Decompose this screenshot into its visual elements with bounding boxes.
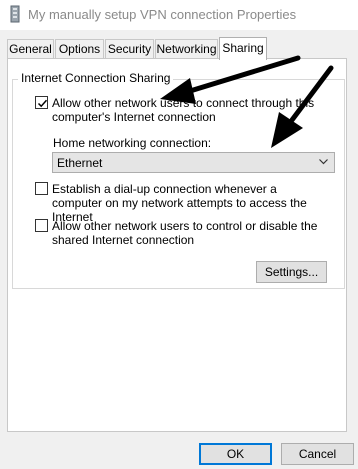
dialup-checkbox[interactable] xyxy=(35,182,48,195)
ok-button[interactable]: OK xyxy=(199,443,272,465)
dialup-label[interactable]: Establish a dial-up connection whenever … xyxy=(52,182,322,224)
allow-control-label[interactable]: Allow other network users to control or … xyxy=(52,219,322,247)
settings-button[interactable]: Settings... xyxy=(256,261,327,283)
allow-connect-label[interactable]: Allow other network users to connect thr… xyxy=(52,96,322,124)
home-networking-label: Home networking connection: xyxy=(53,136,212,150)
home-networking-select[interactable]: Ethernet xyxy=(52,152,335,173)
tab-options[interactable]: Options xyxy=(55,39,104,58)
tab-sharing[interactable]: Sharing xyxy=(219,37,267,60)
title-bar: My manually setup VPN connection Propert… xyxy=(0,0,358,30)
tab-networking[interactable]: Networking xyxy=(155,39,218,58)
network-connection-icon xyxy=(10,5,20,23)
allow-control-checkbox[interactable] xyxy=(35,219,48,232)
chevron-down-icon xyxy=(319,159,328,165)
window-title: My manually setup VPN connection Propert… xyxy=(28,7,297,22)
ics-group-label: Internet Connection Sharing xyxy=(18,71,174,85)
allow-connect-checkbox[interactable] xyxy=(35,96,48,109)
home-networking-value: Ethernet xyxy=(57,156,103,170)
cancel-button[interactable]: Cancel xyxy=(281,443,354,465)
tab-security[interactable]: Security xyxy=(105,39,154,58)
checkmark-icon xyxy=(37,99,48,108)
tab-general[interactable]: General xyxy=(7,39,54,58)
